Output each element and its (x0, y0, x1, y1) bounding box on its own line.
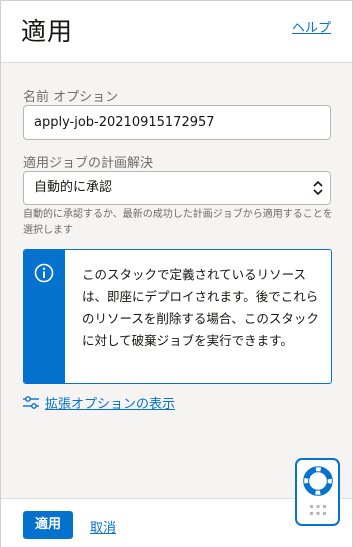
plan-resolution-value: 自動的に承認 (34, 180, 113, 195)
info-text: このスタックで定義されているリソースは、即座にデプロイされます。後でこれらのリソ… (82, 267, 319, 348)
panel-header: 適用 ヘルプ (1, 1, 352, 63)
help-widget[interactable] (295, 458, 340, 526)
name-label: 名前 オプション (23, 90, 119, 105)
chevron-updown-icon (313, 180, 323, 196)
plan-resolution-help: 自動的に承認するか、最新の成功した計画ジョブから適用することを選択します (23, 209, 333, 236)
advanced-options-link[interactable]: 拡張オプションの表示 (23, 393, 175, 412)
plan-resolution-select[interactable]: 自動的に承認 (23, 171, 331, 205)
info-icon (34, 263, 54, 283)
drag-grip-icon[interactable] (309, 504, 327, 518)
cancel-link[interactable]: 取消 (90, 517, 116, 536)
name-input[interactable]: apply-job-20210915172957 (23, 105, 331, 140)
info-bar (24, 250, 65, 383)
plan-resolution-label: 適用ジョブの計画解決 (23, 156, 154, 171)
lifebuoy-icon (303, 466, 333, 496)
apply-panel: 適用 ヘルプ 名前 オプション apply-job-20210915172957… (0, 0, 353, 547)
apply-button[interactable]: 適用 (23, 511, 73, 539)
advanced-options-label: 拡張オプションの表示 (45, 397, 176, 412)
help-link[interactable]: ヘルプ (292, 17, 331, 36)
page-title: 適用 (21, 17, 74, 46)
info-message: このスタックで定義されているリソースは、即座にデプロイされます。後でこれらのリソ… (23, 249, 332, 384)
sliders-icon (23, 395, 39, 409)
